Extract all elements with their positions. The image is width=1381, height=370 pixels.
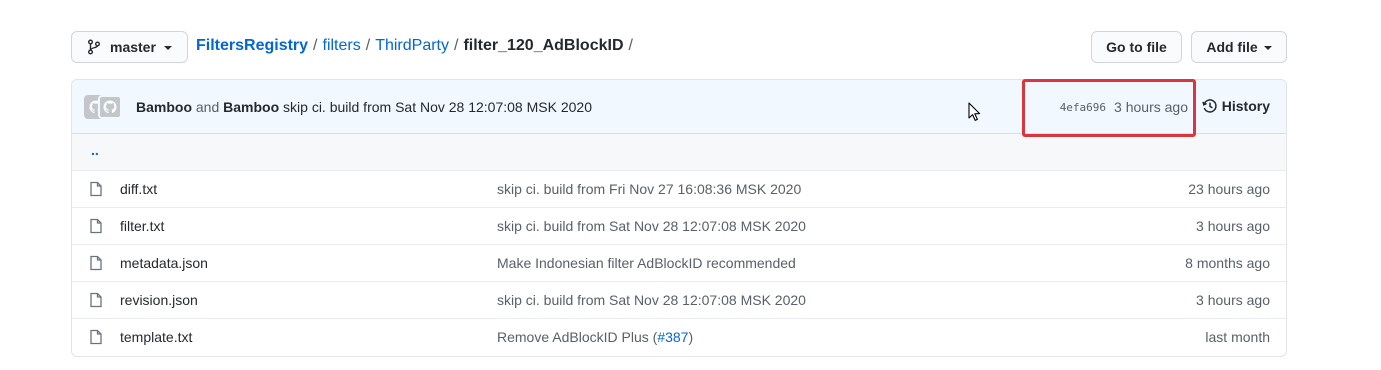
file-age: 3 hours ago [1196,292,1270,308]
file-icon [89,292,103,308]
file-commit-message[interactable]: Make Indonesian filter AdBlockID recomme… [497,255,796,271]
breadcrumb-thirdparty-link[interactable]: ThirdParty [375,37,449,55]
file-commit-message-link[interactable]: skip ci. build from Sat Nov 28 12:07:08 … [497,218,806,234]
file-age: 8 months ago [1185,255,1270,271]
breadcrumb-separator: / [313,37,318,54]
breadcrumb-separator: / [628,37,633,54]
file-commit-message[interactable]: Remove AdBlockID Plus ( [497,329,657,345]
chevron-down-icon [163,46,172,50]
commit-meta: 4efa696 3 hours ago [1060,99,1188,115]
file-commit-message[interactable]: skip ci. build from Sat Nov 28 12:07:08 … [497,218,806,234]
commit-avatars [84,95,122,119]
table-row: metadata.json Make Indonesian filter AdB… [72,244,1286,281]
mouse-cursor-icon [968,102,982,122]
add-file-button[interactable]: Add file [1191,31,1287,63]
commit-message-link[interactable]: skip ci. build from Sat Nov 28 12:07:08 … [283,99,592,115]
file-list-box: Bamboo and Bamboo skip ci. build from Sa… [71,79,1287,357]
parent-directory-link[interactable]: .. [91,142,99,158]
breadcrumb-repo-link[interactable]: FiltersRegistry [196,37,308,55]
file-age: last month [1205,329,1270,345]
commit-sha-link[interactable]: 4efa696 [1060,101,1106,114]
breadcrumb-separator: / [453,37,459,54]
commit-author-link[interactable]: Bamboo [223,99,279,115]
pull-request-link[interactable]: #387 [657,329,688,345]
commit-and-text: and [195,99,220,115]
go-to-file-label: Go to file [1106,39,1167,55]
file-navigation: master FiltersRegistry / filters / Third… [71,31,1287,63]
table-row: revision.json skip ci. build from Sat No… [72,281,1286,318]
file-commit-message-link[interactable]: Remove AdBlockID Plus (#387) [497,329,693,345]
git-branch-icon [87,39,101,55]
commit-time: 3 hours ago [1114,99,1188,115]
history-label: History [1221,98,1270,114]
file-icon [89,181,103,197]
file-icon [89,218,103,234]
latest-commit-header: Bamboo and Bamboo skip ci. build from Sa… [72,80,1286,134]
commit-summary: Bamboo and Bamboo skip ci. build from Sa… [136,99,592,115]
file-commit-message-link[interactable]: skip ci. build from Fri Nov 27 16:08:36 … [497,181,801,197]
github-avatar-icon[interactable] [98,95,122,119]
table-row: filter.txt skip ci. build from Sat Nov 2… [72,207,1286,244]
parent-directory-row[interactable]: .. [72,134,1286,170]
history-clock-icon [1202,98,1218,114]
branch-name: master [110,39,156,55]
breadcrumb-separator: / [365,37,371,54]
table-row: template.txt Remove AdBlockID Plus (#387… [72,318,1286,355]
file-name-link[interactable]: diff.txt [120,181,157,197]
file-name-link[interactable]: revision.json [120,292,198,308]
file-icon [89,255,103,271]
chevron-down-icon [1263,46,1272,50]
breadcrumb-filters-link[interactable]: filters [323,37,361,55]
file-commit-message-link[interactable]: Make Indonesian filter AdBlockID recomme… [497,255,796,271]
file-name-link[interactable]: template.txt [120,329,192,345]
add-file-label: Add file [1206,39,1258,55]
file-commit-message[interactable]: skip ci. build from Fri Nov 27 16:08:36 … [497,181,801,197]
file-age: 23 hours ago [1188,181,1270,197]
breadcrumb: FiltersRegistry / filters / ThirdParty /… [196,37,638,55]
file-commit-message-tail: ) [688,329,694,345]
file-commit-message[interactable]: skip ci. build from Sat Nov 28 12:07:08 … [497,292,806,308]
table-row: diff.txt skip ci. build from Fri Nov 27 … [72,170,1286,207]
branch-select-button[interactable]: master [71,31,188,63]
file-name-link[interactable]: metadata.json [120,255,208,271]
history-link[interactable]: History [1202,98,1270,114]
file-commit-message-link[interactable]: skip ci. build from Sat Nov 28 12:07:08 … [497,292,806,308]
breadcrumb-current: filter_120_AdBlockID [463,37,624,54]
file-icon [89,329,103,345]
file-name-link[interactable]: filter.txt [120,218,164,234]
go-to-file-button[interactable]: Go to file [1091,31,1182,63]
commit-author-link[interactable]: Bamboo [136,99,192,115]
file-age: 3 hours ago [1196,218,1270,234]
